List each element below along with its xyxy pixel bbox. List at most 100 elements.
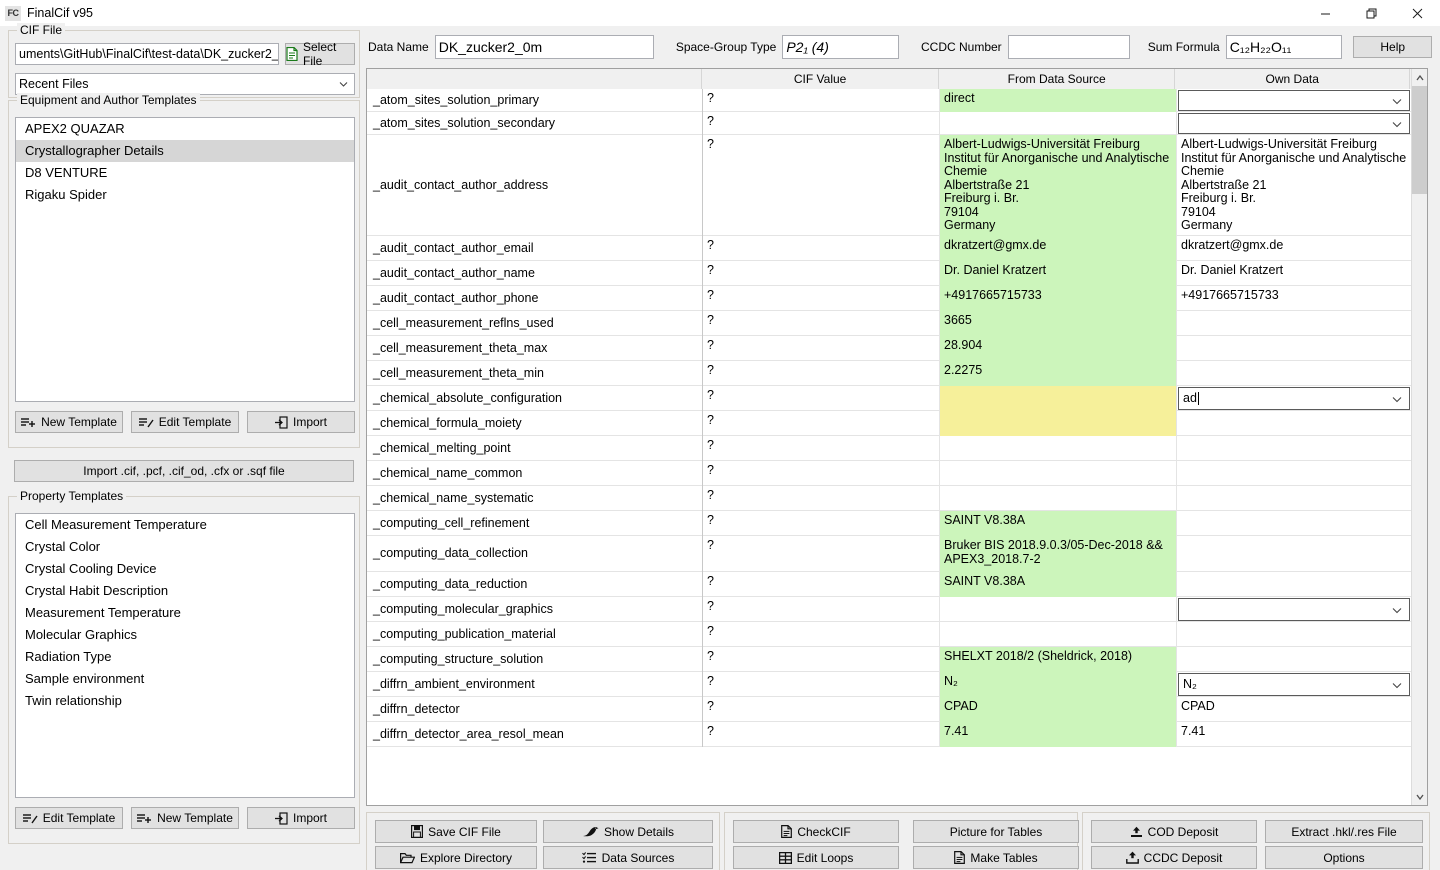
own-data-cell[interactable] [1177, 336, 1412, 361]
own-data-cell[interactable]: Albert-Ludwigs-Universität Freiburg Inst… [1177, 135, 1412, 236]
own-data-cell[interactable]: +4917665715733 [1177, 286, 1412, 311]
equipment-template-item[interactable]: APEX2 QUAZAR [16, 118, 354, 140]
from-data-source-cell[interactable]: SHELXT 2018/2 (Sheldrick, 2018) [940, 647, 1177, 672]
table-row[interactable]: _diffrn_detector? CPAD CPAD [367, 697, 1412, 722]
cif-value-cell[interactable]: ? [703, 536, 940, 572]
show-details-button[interactable]: Show Details [543, 820, 713, 843]
table-row[interactable]: _cell_measurement_theta_min? 2.2275 [367, 361, 1412, 386]
own-data-cell[interactable] [1177, 597, 1412, 622]
equipment-edit-template-button[interactable]: Edit Template [131, 411, 239, 433]
cif-value-cell[interactable]: ? [703, 511, 940, 536]
cif-value-cell[interactable]: ? [703, 597, 940, 622]
own-data-cell[interactable] [1177, 112, 1412, 135]
own-data-cell[interactable] [1177, 622, 1412, 647]
table-row[interactable]: _computing_structure_solution? SHELXT 201… [367, 647, 1412, 672]
from-data-source-cell[interactable]: 3665 [940, 311, 1177, 336]
table-row[interactable]: _chemical_name_systematic? [367, 486, 1412, 511]
property-template-item[interactable]: Crystal Habit Description [16, 580, 354, 602]
cif-value-cell[interactable]: ? [703, 261, 940, 286]
cif-value-cell[interactable]: ? [703, 89, 940, 112]
from-data-source-cell[interactable]: Bruker BIS 2018.9.0.3/05-Dec-2018 && APE… [940, 536, 1177, 572]
own-data-cell[interactable]: ad [1177, 386, 1412, 411]
table-row[interactable]: _atom_sites_solution_secondary? [367, 112, 1412, 135]
make-tables-button[interactable]: Make Tables [913, 846, 1079, 869]
sum-formula-input[interactable]: C₁₂H₂₂O₁₁ [1225, 35, 1343, 59]
save-cif-file-button[interactable]: Save CIF File [375, 820, 537, 843]
equipment-template-item[interactable]: D8 VENTURE [16, 162, 354, 184]
equipment-template-item[interactable]: Crystallographer Details [16, 140, 354, 162]
property-template-item[interactable]: Sample environment [16, 668, 354, 690]
cif-value-cell[interactable]: ? [703, 672, 940, 697]
scroll-up-icon[interactable] [1412, 69, 1427, 86]
cif-value-cell[interactable]: ? [703, 286, 940, 311]
from-data-source-cell[interactable]: 7.41 [940, 722, 1177, 747]
from-data-source-cell[interactable] [940, 112, 1177, 135]
table-row[interactable]: _cell_measurement_reflns_used? 3665 [367, 311, 1412, 336]
own-data-cell[interactable] [1177, 536, 1412, 572]
own-data-combo[interactable]: ad [1178, 387, 1410, 410]
table-row[interactable]: _atom_sites_solution_primary? direct [367, 89, 1412, 112]
property-templates-list[interactable]: Cell Measurement Temperature Crystal Colo… [15, 513, 355, 798]
from-data-source-cell[interactable]: Albert-Ludwigs-Universität Freiburg Inst… [940, 135, 1177, 236]
own-data-combo[interactable] [1178, 113, 1410, 134]
equipment-new-template-button[interactable]: New Template [15, 411, 123, 433]
data-name-input[interactable]: DK_zucker2_0m [434, 35, 654, 59]
import-cif-file-button[interactable]: Import .cif, .pcf, .cif_od, .cfx or .sqf… [14, 460, 354, 482]
from-data-source-cell[interactable] [940, 597, 1177, 622]
table-row[interactable]: _audit_contact_author_email? dkratzert@gm… [367, 236, 1412, 261]
extract-hkl-res-file-button[interactable]: Extract .hkl/.res File [1265, 820, 1423, 843]
own-data-cell[interactable]: N₂ [1177, 672, 1412, 697]
from-data-source-cell[interactable]: CPAD [940, 697, 1177, 722]
options-button[interactable]: Options [1265, 846, 1423, 869]
table-row[interactable]: _chemical_formula_moiety? [367, 411, 1412, 436]
from-data-source-cell[interactable]: SAINT V8.38A [940, 511, 1177, 536]
maximize-icon[interactable] [1348, 0, 1394, 26]
cif-value-cell[interactable]: ? [703, 411, 940, 436]
property-template-item[interactable]: Cell Measurement Temperature [16, 514, 354, 536]
from-data-source-cell[interactable]: +4917665715733 [940, 286, 1177, 311]
ccdc-deposit-button[interactable]: CCDC Deposit [1091, 846, 1257, 869]
own-data-cell[interactable] [1177, 89, 1412, 112]
property-template-item[interactable]: Molecular Graphics [16, 624, 354, 646]
own-data-cell[interactable]: dkratzert@gmx.de [1177, 236, 1412, 261]
from-data-source-cell[interactable] [940, 486, 1177, 511]
table-row[interactable]: _chemical_name_common? [367, 461, 1412, 486]
scroll-down-icon[interactable] [1412, 788, 1427, 805]
property-template-item[interactable]: Crystal Cooling Device [16, 558, 354, 580]
own-data-cell[interactable] [1177, 436, 1412, 461]
close-icon[interactable] [1394, 0, 1440, 26]
from-data-source-cell[interactable]: dkratzert@gmx.de [940, 236, 1177, 261]
from-data-source-cell[interactable]: SAINT V8.38A [940, 572, 1177, 597]
edit-loops-button[interactable]: Edit Loops [733, 846, 899, 869]
from-data-source-cell[interactable] [940, 386, 1177, 411]
property-template-item[interactable]: Twin relationship [16, 690, 354, 712]
own-data-cell[interactable]: CPAD [1177, 697, 1412, 722]
from-data-source-cell[interactable]: 2.2275 [940, 361, 1177, 386]
cif-value-cell[interactable]: ? [703, 386, 940, 411]
cif-value-cell[interactable]: ? [703, 572, 940, 597]
table-row[interactable]: _cell_measurement_theta_max? 28.904 [367, 336, 1412, 361]
table-row[interactable]: _computing_publication_material? [367, 622, 1412, 647]
table-row[interactable]: _audit_contact_author_name? Dr. Daniel Kr… [367, 261, 1412, 286]
cif-value-cell[interactable]: ? [703, 112, 940, 135]
cif-value-cell[interactable]: ? [703, 647, 940, 672]
cif-value-cell[interactable]: ? [703, 622, 940, 647]
scrollbar-thumb[interactable] [1412, 86, 1427, 194]
from-data-source-cell[interactable] [940, 622, 1177, 647]
cif-value-cell[interactable]: ? [703, 311, 940, 336]
own-data-cell[interactable] [1177, 461, 1412, 486]
table-row[interactable]: _computing_data_reduction? SAINT V8.38A [367, 572, 1412, 597]
own-data-cell[interactable] [1177, 311, 1412, 336]
property-edit-template-button[interactable]: Edit Template [15, 807, 123, 829]
own-data-cell[interactable] [1177, 486, 1412, 511]
equipment-templates-list[interactable]: APEX2 QUAZAR Crystallographer Details D8 V… [15, 117, 355, 402]
table-row[interactable]: _chemical_absolute_configuration? ad [367, 386, 1412, 411]
help-button[interactable]: Help [1353, 36, 1433, 58]
property-new-template-button[interactable]: New Template [131, 807, 239, 829]
own-data-combo[interactable] [1178, 90, 1410, 111]
equipment-template-item[interactable]: Rigaku Spider [16, 184, 354, 206]
picture-for-tables-button[interactable]: Picture for Tables [913, 820, 1079, 843]
ccdc-number-input[interactable] [1007, 35, 1130, 59]
table-row[interactable]: _audit_contact_author_phone? +49176657157… [367, 286, 1412, 311]
table-row[interactable]: _audit_contact_author_address? Albert-Lud… [367, 135, 1412, 236]
